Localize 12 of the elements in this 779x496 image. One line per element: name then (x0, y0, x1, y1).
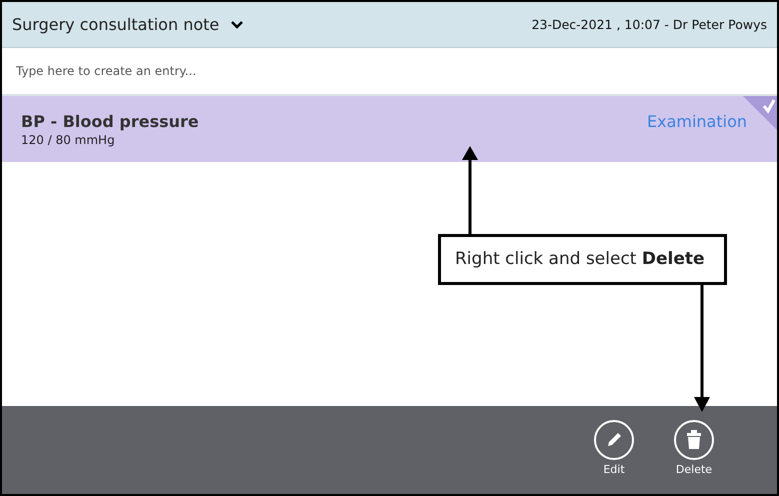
entry-row[interactable]: BP - Blood pressure 120 / 80 mmHg Examination (2, 96, 777, 162)
entry-title: BP - Blood pressure (21, 112, 199, 130)
note-meta: 23-Dec-2021 , 10:07 - Dr Peter Powys (532, 17, 767, 32)
delete-button[interactable]: Delete (663, 420, 725, 478)
edit-button[interactable]: Edit (583, 420, 645, 478)
trash-icon (686, 430, 702, 450)
note-title[interactable]: Surgery consultation note (12, 15, 220, 34)
callout-text: Right click and select Delete (438, 234, 727, 285)
chevron-down-icon[interactable] (231, 20, 244, 28)
entry-category: Examination (646, 112, 747, 130)
entry-value: 120 / 80 mmHg (21, 132, 116, 146)
pencil-icon (605, 431, 623, 449)
